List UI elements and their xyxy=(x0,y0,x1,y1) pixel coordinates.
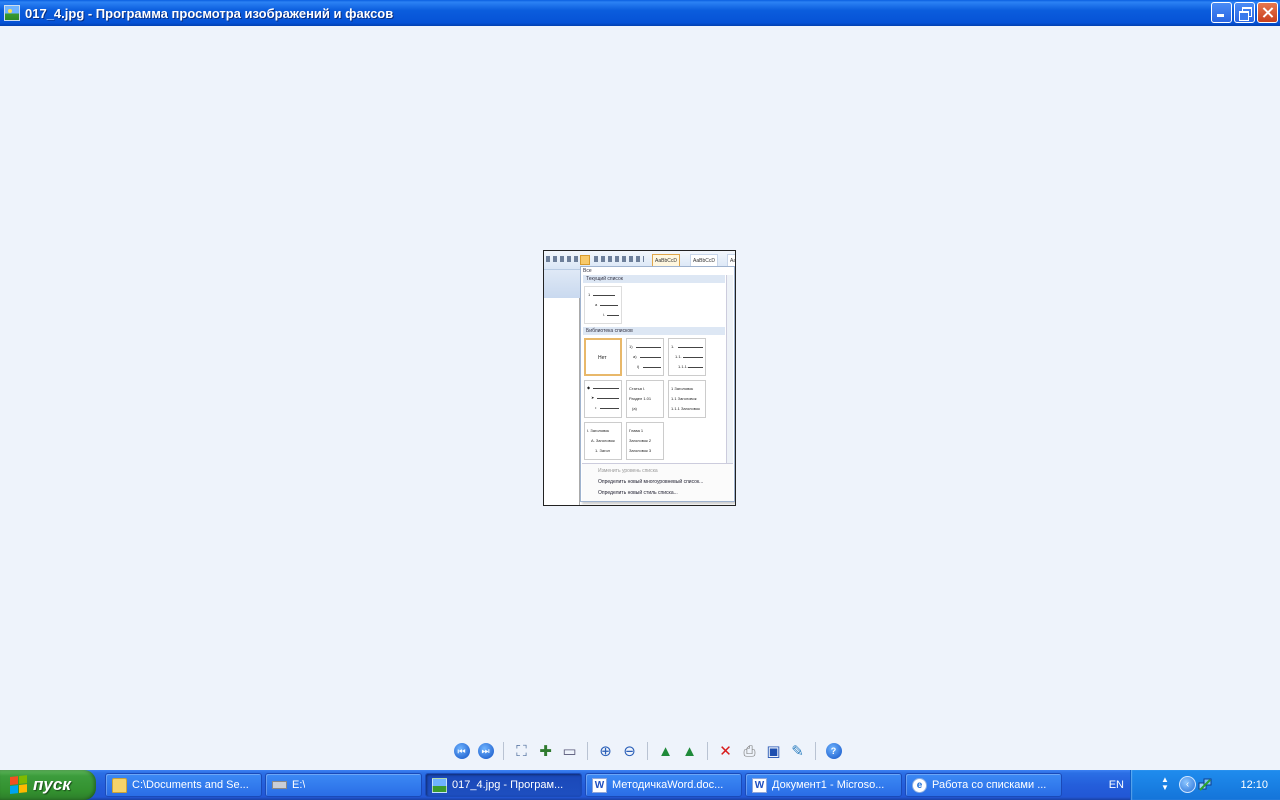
actual-size-icon: ✚ xyxy=(539,742,552,760)
rotate-cw-button[interactable]: ▲ xyxy=(656,742,675,761)
start-label: пуск xyxy=(33,775,71,794)
toolbar-separator xyxy=(815,742,816,760)
windows-logo-icon xyxy=(10,775,28,795)
image-scrollbar xyxy=(726,275,733,463)
task-buttons: C:\Documents and Se... E:\ 017_4.jpg - П… xyxy=(105,773,1062,797)
toolbar-separator xyxy=(503,742,504,760)
best-fit-button[interactable]: ⛶ xyxy=(512,742,531,761)
image-list-chapters: Глава 1 Заголовок 2 Заголовок 3 xyxy=(626,422,664,460)
image-list-bullets: ◆ ➤ • xyxy=(584,380,622,418)
image-ribbon-strip xyxy=(544,270,580,298)
zoom-out-button[interactable]: ⊖ xyxy=(620,742,639,761)
image-list-outline: 1. 1.1. 1.1.1. xyxy=(668,338,706,376)
help-button[interactable]: ? xyxy=(824,742,843,761)
scroll-arrows-icon[interactable]: ▲ ▼ xyxy=(1161,776,1169,792)
image-viewer-icon[interactable] xyxy=(4,5,20,21)
folder-icon xyxy=(112,777,127,793)
task-image-viewer[interactable]: 017_4.jpg - Програм... xyxy=(425,773,582,797)
delete-icon: ✕ xyxy=(719,742,732,760)
zoom-in-icon: ⊕ xyxy=(599,742,612,760)
image-current-list: 1 a i. xyxy=(584,286,622,324)
toolbar-separator xyxy=(647,742,648,760)
word-icon: W xyxy=(592,777,607,793)
window-controls xyxy=(1211,2,1278,23)
print-button[interactable]: ⎙ xyxy=(740,742,759,761)
start-button[interactable]: пуск xyxy=(0,770,96,800)
minimize-button[interactable] xyxy=(1211,2,1232,23)
rotate-counterclockwise-icon: ▲ xyxy=(682,742,697,760)
toolbar-separator xyxy=(707,742,708,760)
restore-button[interactable] xyxy=(1234,2,1255,23)
delete-button[interactable]: ✕ xyxy=(716,742,735,761)
edit-button[interactable]: ✎ xyxy=(788,742,807,761)
toolbar-separator xyxy=(587,742,588,760)
save-icon: ▣ xyxy=(766,742,781,760)
save-button[interactable]: ▣ xyxy=(764,742,783,761)
task-drive[interactable]: E:\ xyxy=(265,773,422,797)
displayed-image: AaBbCcD AaBbCcD Aa Все Текущий список 1 … xyxy=(543,250,736,506)
drive-icon xyxy=(272,781,287,789)
clock[interactable]: 12:10 xyxy=(1240,779,1268,791)
image-none-label: Нет xyxy=(598,355,607,361)
rotate-ccw-button[interactable]: ▲ xyxy=(680,742,699,761)
image-section-current: Текущий список xyxy=(583,275,725,283)
next-icon: ⏭ xyxy=(477,743,494,759)
help-icon: ? xyxy=(825,743,842,759)
image-list-headings: 1 Заголовок 1.1 Заголовок 1.1.1 Заголово… xyxy=(668,380,706,418)
taskbar: пуск C:\Documents and Se... E:\ 017_4.jp… xyxy=(0,770,1280,800)
task-explorer[interactable]: C:\Documents and Se... xyxy=(105,773,262,797)
image-doc-area xyxy=(544,298,580,505)
actual-size-button[interactable]: ✚ xyxy=(536,742,555,761)
image-menu-footer: Изменить уровень списка Определить новый… xyxy=(582,463,733,501)
image-list-dropdown: Все Текущий список 1 a i. Библиотека спи… xyxy=(580,266,735,502)
image-section-library: Библиотека списков xyxy=(583,327,725,335)
word-icon: W xyxy=(752,777,767,793)
prev-image-button[interactable]: ⏮ xyxy=(452,742,471,761)
image-viewer-icon xyxy=(432,777,447,793)
print-icon: ⎙ xyxy=(743,742,756,760)
task-word-metodichka[interactable]: W МетодичкаWord.doc... xyxy=(585,773,742,797)
edit-icon: ✎ xyxy=(791,742,804,760)
title-bar: 017_4.jpg - Программа просмотра изображе… xyxy=(0,0,1280,26)
close-button[interactable] xyxy=(1257,2,1278,23)
slideshow-icon: ▭ xyxy=(562,742,577,760)
task-browser[interactable]: e Работа со списками ... xyxy=(905,773,1062,797)
system-tray: ▲ ▼ ‹ 12:10 xyxy=(1130,770,1280,800)
image-list-roman: I. Заголовок A. Заголовок 1. Загол xyxy=(584,422,622,460)
zoom-out-icon: ⊖ xyxy=(623,742,636,760)
viewer-toolbar: ⏮ ⏭ ⛶ ✚ ▭ ⊕ ⊖ ▲ ▲ ✕ ⎙ ▣ ✎ ? xyxy=(452,740,843,762)
language-indicator[interactable]: EN xyxy=(1109,779,1124,791)
prev-icon: ⏮ xyxy=(453,743,470,759)
image-list-none: Нет xyxy=(584,338,622,376)
image-menu-title: Все xyxy=(583,268,592,274)
task-word-document1[interactable]: W Документ1 - Microso... xyxy=(745,773,902,797)
image-list-articles: Статья I. Раздел 1.01 (a) xyxy=(626,380,664,418)
image-viewer-canvas: AaBbCcD AaBbCcD Aa Все Текущий список 1 … xyxy=(0,26,1280,770)
best-fit-icon: ⛶ xyxy=(516,742,527,760)
slideshow-button[interactable]: ▭ xyxy=(560,742,579,761)
rotate-clockwise-icon: ▲ xyxy=(658,742,673,760)
ie-icon: e xyxy=(912,777,927,793)
next-image-button[interactable]: ⏭ xyxy=(476,742,495,761)
image-list-numbered: 1) a) i) xyxy=(626,338,664,376)
zoom-in-button[interactable]: ⊕ xyxy=(596,742,615,761)
network-icon[interactable] xyxy=(1198,777,1213,792)
window-title: 017_4.jpg - Программа просмотра изображе… xyxy=(25,5,394,21)
show-hidden-icons-icon[interactable]: ‹ xyxy=(1179,776,1196,793)
